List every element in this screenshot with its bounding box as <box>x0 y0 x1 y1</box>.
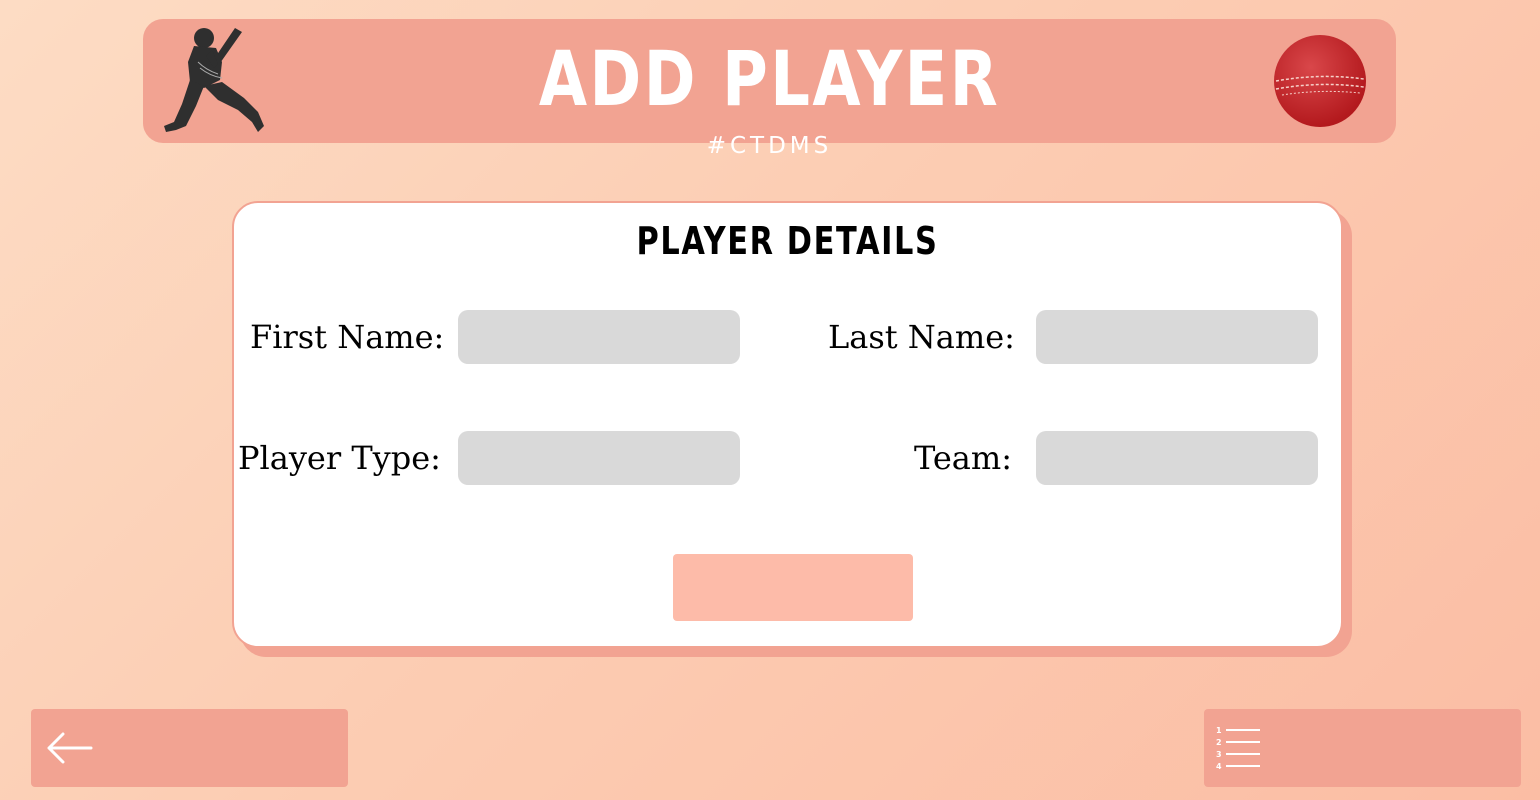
team-input[interactable] <box>1036 431 1318 485</box>
page-subtitle: #CTDMS <box>706 133 833 159</box>
first-name-input[interactable] <box>458 310 740 364</box>
arrow-left-icon <box>47 732 93 764</box>
form-title: PLAYER DETAILS <box>636 219 939 263</box>
svg-text:1: 1 <box>1216 726 1222 735</box>
cricket-ball-icon <box>1274 35 1366 127</box>
numbered-list-icon: 1 2 3 4 <box>1216 726 1260 771</box>
svg-text:3: 3 <box>1216 750 1222 759</box>
last-name-label: Last Name: <box>828 318 1015 356</box>
team-label: Team: <box>914 439 1012 477</box>
header-banner: ADD PLAYER #CTDMS <box>143 19 1396 159</box>
svg-text:2: 2 <box>1216 738 1222 747</box>
player-details-card: PLAYER DETAILS First Name: Last Name: Pl… <box>232 201 1343 648</box>
player-list-button[interactable]: 1 2 3 4 <box>1204 709 1521 787</box>
page-title: ADD PLAYER <box>538 34 1001 123</box>
first-name-label: First Name: <box>250 318 445 356</box>
svg-text:4: 4 <box>1216 762 1222 771</box>
player-type-input[interactable] <box>458 431 740 485</box>
back-button[interactable] <box>31 709 348 787</box>
submit-button[interactable] <box>673 554 913 621</box>
player-type-label: Player Type: <box>238 439 441 477</box>
last-name-input[interactable] <box>1036 310 1318 364</box>
cricket-batsman-icon <box>164 28 264 132</box>
